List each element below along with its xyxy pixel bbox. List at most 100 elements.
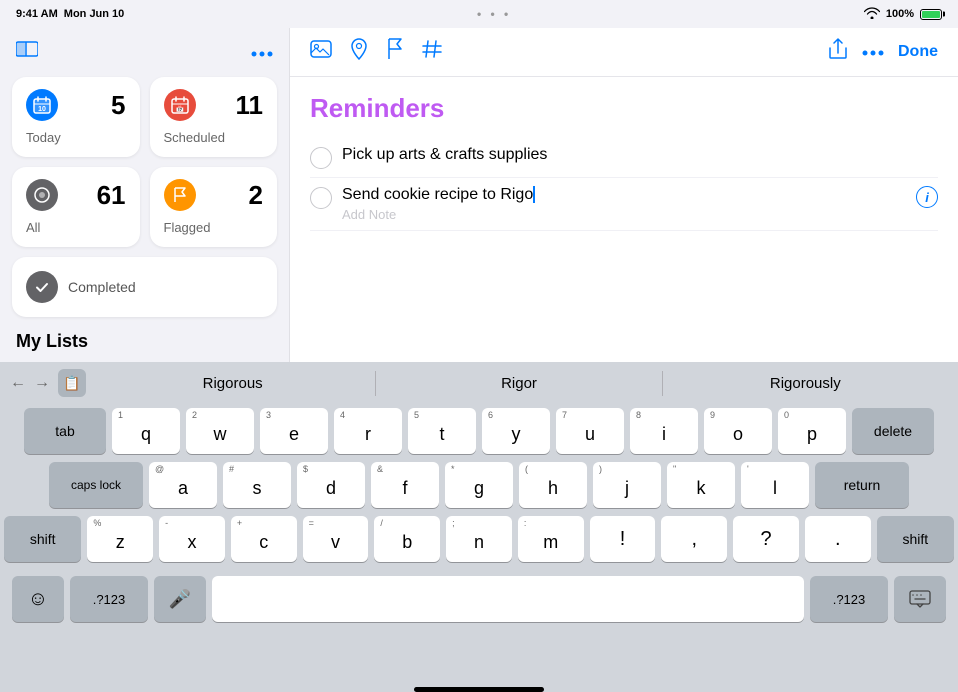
- mic-key[interactable]: 🎤: [154, 576, 206, 622]
- flagged-icon: [164, 179, 196, 211]
- caps-lock-key[interactable]: caps lock: [49, 462, 143, 508]
- reminder-circle-2[interactable]: [310, 187, 332, 209]
- image-icon[interactable]: [310, 39, 332, 65]
- today-count: 5: [111, 90, 125, 121]
- key-question[interactable]: ?: [733, 516, 799, 562]
- key-period[interactable]: .: [805, 516, 871, 562]
- key-p[interactable]: 0p: [778, 408, 846, 454]
- key-x[interactable]: -x: [159, 516, 225, 562]
- done-button[interactable]: Done: [898, 43, 938, 61]
- numbers-key-left[interactable]: .?123: [70, 576, 148, 622]
- suggestion-0[interactable]: Rigorous: [90, 371, 376, 396]
- key-o[interactable]: 9o: [704, 408, 772, 454]
- sidebar-more-icon[interactable]: [251, 41, 273, 62]
- key-y[interactable]: 6y: [482, 408, 550, 454]
- status-bar: 9:41 AM Mon Jun 10 • • • 100%: [0, 0, 958, 28]
- key-n[interactable]: ;n: [446, 516, 512, 562]
- more-icon[interactable]: [862, 43, 884, 61]
- smart-list-completed[interactable]: Completed: [12, 257, 277, 317]
- suggestion-1[interactable]: Rigor: [376, 371, 662, 396]
- key-exclaim[interactable]: !: [590, 516, 656, 562]
- key-s[interactable]: #s: [223, 462, 291, 508]
- center-dots: • • •: [477, 7, 511, 21]
- smart-list-today[interactable]: 10 5 Today: [12, 77, 140, 157]
- share-icon[interactable]: [828, 38, 848, 66]
- content-area: 10 5 Today: [0, 28, 958, 362]
- delete-key[interactable]: delete: [852, 408, 934, 454]
- svg-text:10: 10: [38, 106, 46, 113]
- key-g[interactable]: *g: [445, 462, 513, 508]
- scheduled-count: 11: [236, 90, 264, 121]
- key-c[interactable]: +c: [231, 516, 297, 562]
- tab-key[interactable]: tab: [24, 408, 106, 454]
- smart-list-flagged[interactable]: 2 Flagged: [150, 167, 278, 247]
- autocomplete-suggestions: Rigorous Rigor Rigorously: [90, 371, 948, 396]
- key-u[interactable]: 7u: [556, 408, 624, 454]
- battery-percentage: 100%: [886, 8, 914, 20]
- space-key[interactable]: [212, 576, 804, 622]
- keyboard-dismiss-key[interactable]: [894, 576, 946, 622]
- key-f[interactable]: &f: [371, 462, 439, 508]
- emoji-key[interactable]: ☺: [12, 576, 64, 622]
- shift-right-key[interactable]: shift: [877, 516, 954, 562]
- status-time: 9:41 AM: [16, 8, 58, 20]
- key-j[interactable]: )j: [593, 462, 661, 508]
- key-h[interactable]: (h: [519, 462, 587, 508]
- key-row-1: tab 1q 2w 3e 4r 5t 6y 7u 8i 9o 0p delete: [4, 408, 954, 454]
- key-m[interactable]: :m: [518, 516, 584, 562]
- key-q[interactable]: 1q: [112, 408, 180, 454]
- all-icon: [26, 179, 58, 211]
- app-container: 9:41 AM Mon Jun 10 • • • 100%: [0, 0, 958, 692]
- svg-text:📅: 📅: [175, 104, 184, 113]
- key-v[interactable]: =v: [303, 516, 369, 562]
- key-z[interactable]: %z: [87, 516, 153, 562]
- location-icon[interactable]: [350, 38, 368, 66]
- key-d[interactable]: $d: [297, 462, 365, 508]
- key-a[interactable]: @a: [149, 462, 217, 508]
- smart-list-all[interactable]: 61 All: [12, 167, 140, 247]
- home-indicator: [414, 687, 544, 692]
- reminder-item-2[interactable]: Send cookie recipe to Rigo Add Note i: [310, 178, 938, 231]
- reminder-item-1[interactable]: Pick up arts & crafts supplies: [310, 138, 938, 178]
- sidebar-top-bar: [12, 36, 277, 67]
- scheduled-label: Scheduled: [164, 130, 264, 145]
- paste-button[interactable]: 📋: [58, 369, 86, 397]
- toolbar: Done: [290, 28, 958, 77]
- key-b[interactable]: /b: [374, 516, 440, 562]
- toolbar-right: Done: [828, 38, 938, 66]
- key-t[interactable]: 5t: [408, 408, 476, 454]
- shift-left-key[interactable]: shift: [4, 516, 81, 562]
- wifi-icon: [864, 7, 880, 22]
- status-date: Mon Jun 10: [64, 8, 125, 20]
- hashtag-icon[interactable]: [422, 39, 442, 65]
- completed-icon: [26, 271, 58, 303]
- key-k[interactable]: "k: [667, 462, 735, 508]
- status-bar-left: 9:41 AM Mon Jun 10: [16, 8, 124, 20]
- info-icon[interactable]: i: [916, 186, 938, 208]
- today-label: Today: [26, 130, 126, 145]
- toolbar-left: [310, 38, 442, 66]
- sidebar-toggle-icon[interactable]: [16, 40, 38, 63]
- numbers-key-right[interactable]: .?123: [810, 576, 888, 622]
- reminders-area: Reminders Pick up arts & crafts supplies…: [290, 77, 958, 362]
- status-bar-center: • • •: [477, 7, 511, 21]
- return-key[interactable]: return: [815, 462, 909, 508]
- undo-button[interactable]: ←: [10, 374, 26, 392]
- my-lists-header: My Lists: [12, 327, 277, 352]
- suggestion-2[interactable]: Rigorously: [663, 371, 948, 396]
- smart-list-scheduled[interactable]: 📅 11 Scheduled: [150, 77, 278, 157]
- text-cursor: [533, 186, 535, 203]
- flag-icon[interactable]: [386, 38, 404, 66]
- key-row-2: caps lock @a #s $d &f *g (h )j "k 'l ret…: [4, 462, 954, 508]
- reminder-circle-1[interactable]: [310, 147, 332, 169]
- key-e[interactable]: 3e: [260, 408, 328, 454]
- keyboard-rows: tab 1q 2w 3e 4r 5t 6y 7u 8i 9o 0p delete…: [0, 404, 958, 683]
- key-w[interactable]: 2w: [186, 408, 254, 454]
- key-l[interactable]: 'l: [741, 462, 809, 508]
- flagged-count: 2: [249, 180, 263, 211]
- key-i[interactable]: 8i: [630, 408, 698, 454]
- key-r[interactable]: 4r: [334, 408, 402, 454]
- add-note-label[interactable]: Add Note: [342, 207, 906, 222]
- redo-button[interactable]: →: [34, 374, 50, 392]
- key-comma[interactable]: ,: [661, 516, 727, 562]
